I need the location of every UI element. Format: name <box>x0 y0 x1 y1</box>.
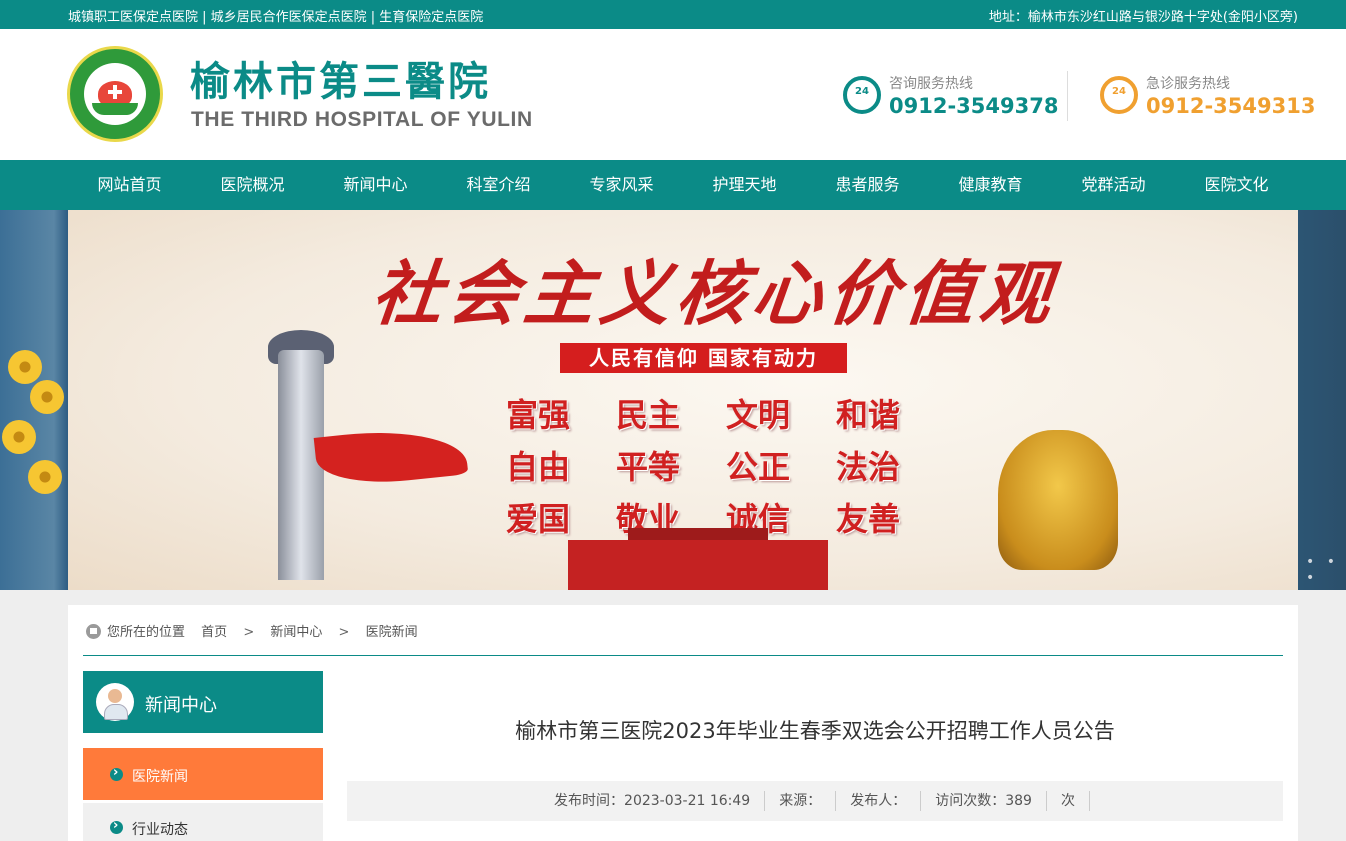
author-label: 发布人： <box>850 793 907 809</box>
nav-item-departments[interactable]: 科室介绍 <box>437 160 560 210</box>
nav-item-news[interactable]: 新闻中心 <box>314 160 437 210</box>
core-value: 自由 <box>506 448 571 486</box>
top-info-bar: 城镇职工医保定点医院 | 城乡居民合作医保定点医院 | 生育保险定点医院 地址：… <box>0 0 1346 29</box>
chevron-right-icon <box>110 765 123 781</box>
meta-visits-unit: 次 <box>1047 791 1090 811</box>
sidebar-item-label: 医院新闻 <box>132 769 188 785</box>
banner-title: 社会主义核心价值观 <box>368 252 1061 335</box>
breadcrumb-prefix: 您所在的位置 <box>107 625 186 640</box>
doctor-avatar-icon <box>96 683 134 721</box>
hospital-name-en: THE THIRD HOSPITAL OF YULIN <box>191 108 533 131</box>
emergency-hotline-number[interactable]: 0912-3549313 <box>1146 94 1315 118</box>
nav-item-party-activities[interactable]: 党群活动 <box>1052 160 1175 210</box>
banner-slogan: 人民有信仰 国家有动力 <box>560 343 847 373</box>
nav-item-nursing[interactable]: 护理天地 <box>683 160 806 210</box>
hero-banner[interactable]: 社会主义核心价值观 人民有信仰 国家有动力 富强 民主 文明 和谐 自由 平等 … <box>68 210 1298 590</box>
nav-item-health-education[interactable]: 健康教育 <box>929 160 1052 210</box>
leaf-icon <box>92 103 138 115</box>
sidebar-item-hospital-news[interactable]: 医院新闻 <box>83 748 323 800</box>
tiananmen-gate <box>568 540 828 590</box>
publish-label: 发布时间： <box>554 793 625 809</box>
home-icon <box>86 624 101 639</box>
core-value: 法治 <box>836 448 901 486</box>
source-label: 来源： <box>779 793 822 809</box>
core-value: 公正 <box>726 448 791 486</box>
breadcrumb-divider <box>83 655 1283 656</box>
hospital-logo[interactable] <box>67 46 163 142</box>
medical-cross-icon <box>108 85 122 99</box>
phone-24h-icon: 24 <box>1100 76 1138 114</box>
banner-pager-dots[interactable]: • • • <box>1306 554 1346 586</box>
consult-hotline-number[interactable]: 0912-3549378 <box>889 94 1058 118</box>
phone-24h-icon: 24 <box>843 76 881 114</box>
huabiao-pillar <box>278 350 324 580</box>
badge-24: 24 <box>1112 86 1126 97</box>
sidebar-header: 新闻中心 <box>83 671 323 733</box>
article-title: 榆林市第三医院2023年毕业生春季双选会公开招聘工作人员公告 <box>515 719 1115 743</box>
consult-hotline-label: 咨询服务热线 <box>889 76 973 92</box>
breadcrumb-home[interactable]: 首页 <box>201 625 227 640</box>
flower-decoration <box>30 380 64 414</box>
meta-visits: 访问次数：389 <box>921 791 1047 811</box>
header-divider <box>1067 71 1068 121</box>
main-nav: 网站首页 医院概况 新闻中心 科室介绍 专家风采 护理天地 患者服务 健康教育 … <box>0 160 1346 210</box>
emergency-hotline-label: 急诊服务热线 <box>1146 76 1230 92</box>
badge-24: 24 <box>855 86 869 97</box>
flower-decoration <box>2 420 36 454</box>
chevron-right-icon <box>110 818 123 834</box>
breadcrumb: 您所在的位置 首页 > 新闻中心 > 医院新闻 <box>86 621 418 641</box>
article-meta: 发布时间：2023-03-21 16:49 来源： 发布人： 访问次数：389 … <box>347 781 1283 821</box>
breadcrumb-news[interactable]: 新闻中心 <box>270 625 322 640</box>
sidebar-item-label: 行业动态 <box>132 822 188 838</box>
visits-count: 389 <box>1005 793 1032 809</box>
site-header: 榆林市第三醫院 THE THIRD HOSPITAL OF YULIN 24 咨… <box>0 29 1346 160</box>
nav-item-overview[interactable]: 医院概况 <box>191 160 314 210</box>
visits-label: 访问次数： <box>935 793 1006 809</box>
red-ribbon <box>313 422 469 490</box>
breadcrumb-separator: > <box>338 625 350 640</box>
sidebar-title: 新闻中心 <box>145 695 217 716</box>
address-info: 地址：榆林市东沙红山路与银沙路十字处(金阳小区旁) <box>988 10 1298 25</box>
publish-time: 2023-03-21 16:49 <box>624 793 751 809</box>
core-value: 文明 <box>726 396 791 434</box>
breadcrumb-separator: > <box>243 625 255 640</box>
nav-item-experts[interactable]: 专家风采 <box>560 160 683 210</box>
meta-publish: 发布时间：2023-03-21 16:49 <box>540 791 766 811</box>
core-values-grid: 富强 民主 文明 和谐 自由 平等 公正 法治 爱国 敬业 诚信 友善 <box>506 390 946 540</box>
insurance-info: 城镇职工医保定点医院 | 城乡居民合作医保定点医院 | 生育保险定点医院 <box>68 10 484 25</box>
core-value: 和谐 <box>836 396 901 434</box>
flower-decoration <box>8 350 42 384</box>
sidebar-item-industry-news[interactable]: 行业动态 <box>83 803 323 841</box>
main-content: 您所在的位置 首页 > 新闻中心 > 医院新闻 新闻中心 医院新闻 行业动态 榆… <box>68 605 1298 841</box>
meta-source: 来源： <box>765 791 837 811</box>
nav-item-culture[interactable]: 医院文化 <box>1175 160 1298 210</box>
core-value: 民主 <box>616 396 681 434</box>
visits-unit: 次 <box>1060 793 1075 809</box>
core-value: 友善 <box>836 500 901 538</box>
logo-emblem <box>84 63 146 125</box>
core-value: 平等 <box>616 448 681 486</box>
golden-lion <box>998 430 1118 570</box>
breadcrumb-current[interactable]: 医院新闻 <box>366 625 418 640</box>
hospital-name-cn: 榆林市第三醫院 <box>190 58 491 105</box>
core-value: 爱国 <box>506 500 571 538</box>
meta-author: 发布人： <box>836 791 922 811</box>
core-value: 富强 <box>506 396 571 434</box>
nav-item-home[interactable]: 网站首页 <box>68 160 191 210</box>
flower-decoration <box>28 460 62 494</box>
nav-item-patient-service[interactable]: 患者服务 <box>806 160 929 210</box>
